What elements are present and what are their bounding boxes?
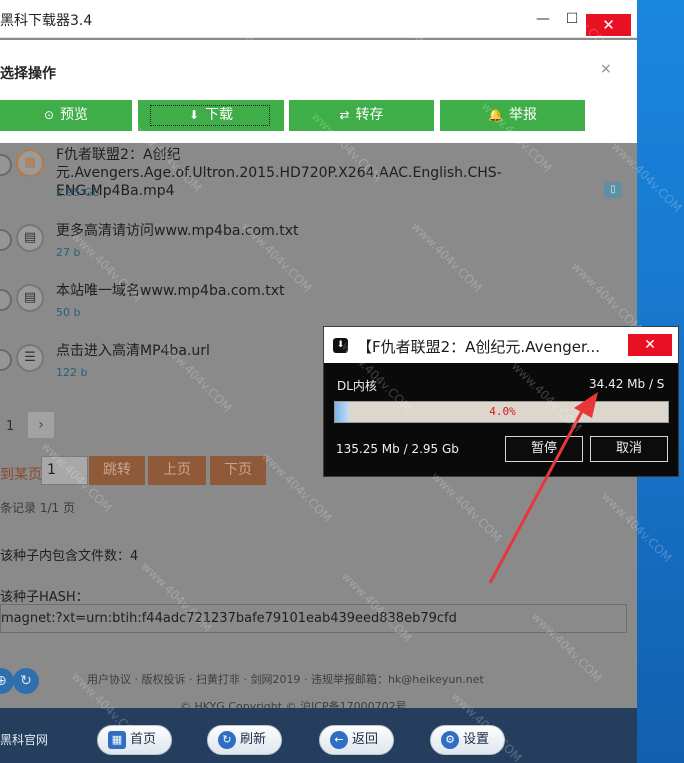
- transfer-button[interactable]: ⇄ 转存: [289, 100, 434, 131]
- book-icon: ▤: [16, 284, 44, 312]
- prev-page-button[interactable]: 上页: [148, 456, 206, 485]
- gear-icon: ⚙: [441, 730, 459, 749]
- report-label: 举报: [508, 107, 537, 123]
- footer-links[interactable]: 用户协议 · 版权投诉 · 扫黄打非 · 剑网2019 · 违规举报邮箱：hk@…: [87, 671, 484, 687]
- back-button[interactable]: ← 返回: [319, 725, 394, 755]
- play-circle-icon: ⊙: [43, 108, 55, 122]
- download-dialog: ⬇ 【F仇者联盟2：A创纪元.Avenger... ✕ DL内核 34.42 M…: [323, 326, 679, 477]
- sync-icon[interactable]: ↻: [13, 668, 39, 694]
- preview-button[interactable]: ⊙ 预览: [0, 100, 132, 131]
- file-name: 更多高清请访问www.mp4ba.com.txt: [56, 223, 299, 239]
- file-size: 122 b: [56, 366, 88, 379]
- hash-label: 该种子HASH：: [0, 590, 89, 605]
- minimize-button[interactable]: —: [532, 9, 554, 29]
- pause-button[interactable]: 暂停: [505, 436, 583, 462]
- select-radio[interactable]: [0, 154, 12, 176]
- title-bar: 黑科下载器3.4 — ☐ ✕: [0, 0, 637, 38]
- progress-bar: 4.0%: [334, 401, 669, 423]
- app-title: 黑科下载器3.4: [0, 13, 93, 29]
- focus-outline: [150, 105, 270, 126]
- jump-button[interactable]: 跳转: [89, 456, 145, 485]
- copyright: © HKYG Copyright © 沪ICP备17000702号: [180, 700, 407, 708]
- list-icon: ☰: [16, 344, 44, 372]
- transfer-label: 转存: [355, 107, 384, 123]
- progress-text: 4.0%: [489, 405, 516, 418]
- settings-button[interactable]: ⚙ 设置: [430, 725, 505, 755]
- select-radio[interactable]: [0, 229, 12, 251]
- download-speed: 34.42 Mb / S: [589, 377, 665, 391]
- home-button[interactable]: ▦ 首页: [97, 725, 172, 755]
- home-icon: ▦: [108, 730, 126, 749]
- maximize-button[interactable]: ☐: [561, 9, 583, 29]
- swap-icon: ⇄: [339, 108, 350, 122]
- page-input[interactable]: 1: [41, 456, 88, 485]
- report-button[interactable]: 🔔 举报: [440, 100, 585, 131]
- settings-label: 设置: [463, 732, 490, 747]
- official-site-link[interactable]: 黑科官网: [0, 731, 48, 748]
- select-radio[interactable]: [0, 289, 12, 311]
- file-size: 50 b: [56, 306, 81, 319]
- preview-label: 预览: [60, 107, 89, 123]
- engine-label: DL内核: [337, 379, 377, 393]
- back-label: 返回: [352, 732, 379, 747]
- dialog-title: 【F仇者联盟2：A创纪元.Avenger...: [357, 338, 601, 356]
- panel-close-icon[interactable]: ×: [600, 61, 612, 77]
- magnet-field[interactable]: magnet:?xt=urn:btih:f44adc721237bafe7910…: [0, 604, 627, 633]
- back-icon: ←: [330, 730, 348, 749]
- mobile-icon[interactable]: ▯: [604, 182, 622, 198]
- bell-icon: 🔔: [488, 108, 503, 122]
- refresh-button[interactable]: ↻ 刷新: [207, 725, 282, 755]
- file-row[interactable]: ▤ 本站唯一域名www.mp4ba.com.txt 50 b: [0, 282, 637, 322]
- file-size: 27 b: [56, 246, 81, 259]
- file-size: 2.95 Gb: [56, 186, 100, 199]
- download-icon: ⬇: [333, 338, 348, 353]
- next-page-button[interactable]: 下页: [210, 456, 266, 485]
- film-icon: ▦: [16, 149, 44, 177]
- chevron-right-icon[interactable]: ›: [28, 412, 54, 438]
- cancel-button[interactable]: 取消: [590, 436, 668, 462]
- dialog-close-button[interactable]: ✕: [628, 334, 672, 356]
- home-label: 首页: [130, 732, 157, 747]
- file-row[interactable]: ▦ F仇者联盟2：A创纪元.Avengers.Age.of.Ultron.201…: [0, 146, 637, 204]
- downloaded-bytes: 135.25 Mb / 2.95 Gb: [336, 442, 459, 456]
- page-number[interactable]: 1: [6, 419, 14, 434]
- dialog-title-bar: ⬇ 【F仇者联盟2：A创纪元.Avenger... ✕: [324, 327, 678, 363]
- refresh-label: 刷新: [240, 732, 267, 747]
- panel-title: 选择操作: [0, 66, 56, 82]
- book-icon: ▤: [16, 224, 44, 252]
- bottom-toolbar: 黑科官网 ▦ 首页 ↻ 刷新 ← 返回 ⚙ 设置: [0, 708, 637, 763]
- window-close-button[interactable]: ✕: [586, 14, 631, 36]
- file-name: F仇者联盟2：A创纪元.Avengers.Age.of.Ultron.2015.…: [56, 147, 502, 199]
- record-count: 条记录 1/1 页: [0, 501, 75, 515]
- jump-label: 到某页: [0, 467, 42, 483]
- select-radio[interactable]: [0, 349, 12, 371]
- file-row[interactable]: ▤ 更多高清请访问www.mp4ba.com.txt 27 b: [0, 222, 637, 262]
- file-name: 本站唯一域名www.mp4ba.com.txt: [56, 283, 285, 299]
- file-count: 该种子内包含文件数：4: [0, 549, 139, 564]
- action-panel: 选择操作 × ⊙ 预览 ⬇ 下载 ⇄ 转存 🔔 举报: [0, 40, 637, 143]
- refresh-icon: ↻: [218, 730, 236, 749]
- download-button[interactable]: ⬇ 下载: [138, 100, 284, 131]
